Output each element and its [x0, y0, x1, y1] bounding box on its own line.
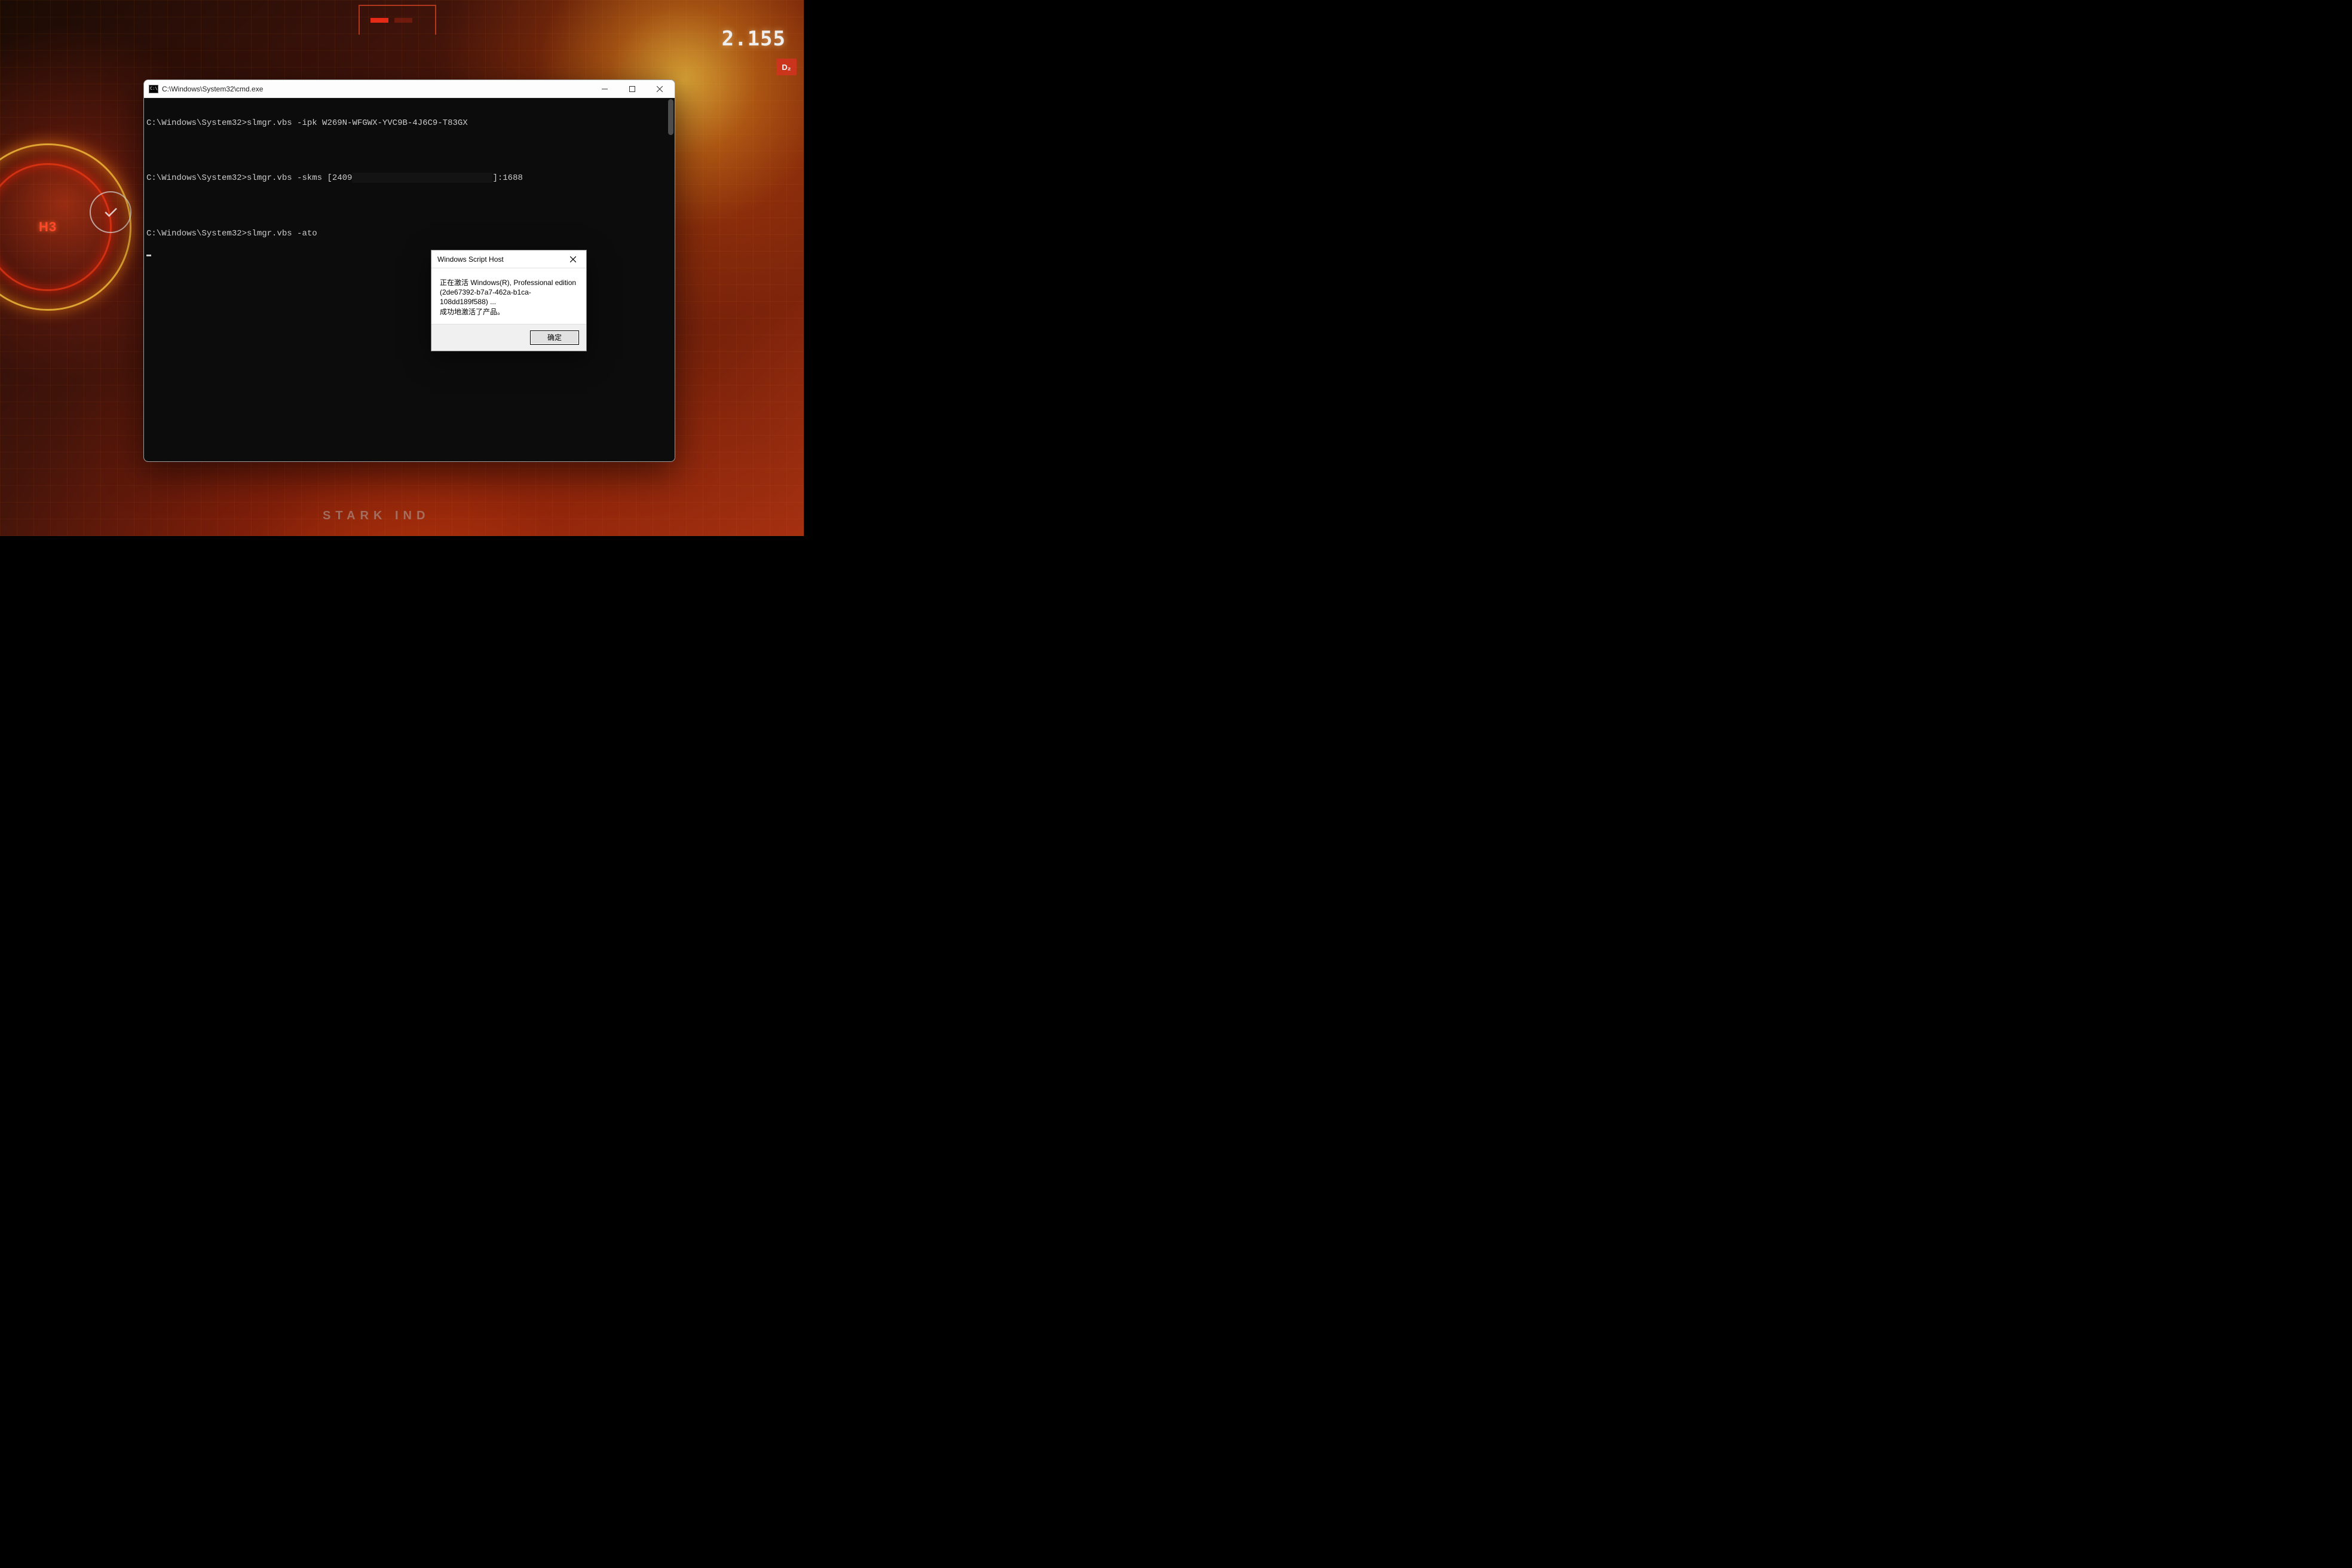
cmd-window-title: C:\Windows\System32\cmd.exe: [162, 85, 591, 93]
redacted-segment: [352, 173, 492, 183]
hud-bracket-decoration: [359, 5, 436, 35]
cmd-cursor: [146, 255, 151, 256]
cmd-command-text: slmgr.vbs -ato: [247, 227, 317, 241]
hud-badge: D₂: [776, 59, 797, 75]
wsh-footer: 确定: [431, 324, 586, 351]
cmd-scrollbar-thumb[interactable]: [668, 99, 673, 135]
window-controls: [591, 80, 673, 97]
cmd-blank-line: [146, 144, 671, 158]
wsh-dialog[interactable]: Windows Script Host 正在激活 Windows(R), Pro…: [431, 250, 587, 351]
close-icon: [570, 256, 576, 262]
cmd-titlebar[interactable]: C:\Windows\System32\cmd.exe: [144, 80, 675, 98]
cmd-window[interactable]: C:\Windows\System32\cmd.exe C:\Windows\S…: [143, 79, 675, 462]
cmd-line: C:\Windows\System32>slmgr.vbs -ato: [146, 227, 671, 241]
cmd-command-text: ]:1688: [492, 172, 522, 185]
cmd-line: [146, 255, 671, 257]
minimize-icon: [602, 86, 608, 92]
minimize-button[interactable]: [591, 80, 618, 97]
maximize-icon: [629, 86, 635, 92]
wsh-close-button[interactable]: [561, 250, 585, 268]
wsh-message-body: 正在激活 Windows(R), Professional edition (2…: [431, 268, 586, 324]
cmd-prompt: C:\Windows\System32>: [146, 172, 247, 185]
close-button[interactable]: [646, 80, 673, 97]
hud-check-circle: [90, 191, 131, 233]
wsh-message-line: 成功地激活了产品。: [440, 307, 578, 317]
wsh-message-line: (2de67392-b7a7-462a-b1ca-108dd189f588) .…: [440, 287, 578, 307]
cmd-line: C:\Windows\System32>slmgr.vbs -skms [240…: [146, 172, 671, 185]
cmd-terminal-body[interactable]: C:\Windows\System32>slmgr.vbs -ipk W269N…: [144, 98, 675, 461]
maximize-button[interactable]: [618, 80, 646, 97]
wsh-ok-button[interactable]: 确定: [530, 330, 579, 345]
hud-meter-value: 2.155: [722, 27, 786, 51]
close-icon: [657, 86, 663, 92]
wsh-message-line: 正在激活 Windows(R), Professional edition: [440, 278, 578, 287]
wsh-titlebar[interactable]: Windows Script Host: [431, 250, 586, 268]
checkmark-icon: [102, 203, 120, 221]
cmd-line: C:\Windows\System32>slmgr.vbs -ipk W269N…: [146, 117, 671, 130]
cmd-icon: [149, 85, 158, 93]
cmd-prompt: C:\Windows\System32>: [146, 227, 247, 241]
hud-brand-text: STARK IND: [323, 509, 430, 523]
cmd-prompt: C:\Windows\System32>: [146, 117, 247, 130]
cmd-blank-line: [146, 200, 671, 213]
cmd-command-text: slmgr.vbs -ipk W269N-WFGWX-YVC9B-4J6C9-T…: [247, 117, 468, 130]
cmd-scrollbar[interactable]: [666, 98, 675, 461]
cmd-command-text: slmgr.vbs -skms [2409: [247, 172, 352, 185]
wsh-dialog-title: Windows Script Host: [437, 255, 561, 264]
